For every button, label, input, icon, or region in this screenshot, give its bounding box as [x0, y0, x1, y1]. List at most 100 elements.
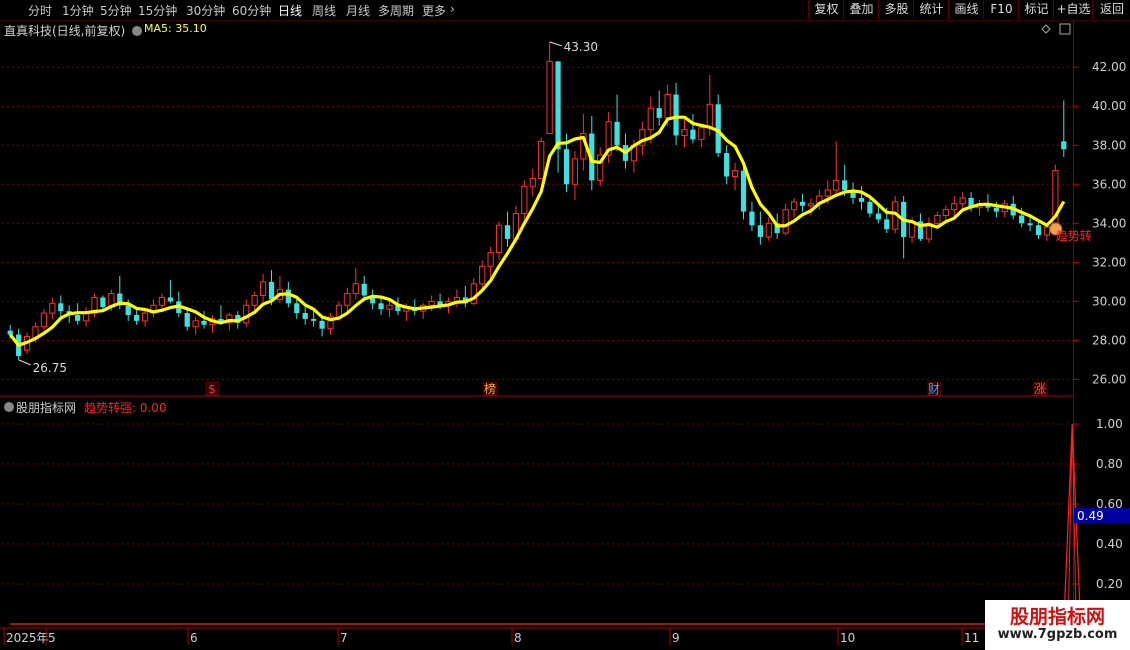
candle-body: [7, 330, 13, 335]
candle-body: [268, 281, 275, 300]
candle-body: [563, 149, 570, 185]
candle-body: [521, 185, 528, 215]
candle-body: [134, 315, 140, 321]
y-tick-label: 36.00: [1092, 177, 1126, 191]
y-tick-label: 30.00: [1092, 294, 1126, 308]
y-tick-label: 26.00: [1092, 372, 1126, 386]
y-tick-label: 32.00: [1092, 255, 1126, 269]
indicator-spike: [1067, 423, 1077, 625]
candle-body: [386, 304, 393, 310]
candle-body: [951, 203, 958, 211]
candle-body: [1035, 225, 1042, 236]
candle-body: [1027, 223, 1033, 226]
candle-body: [344, 293, 351, 306]
candle-body: [259, 281, 267, 296]
sub-y-tick-label: 0.20: [1096, 577, 1123, 591]
candle-body: [495, 224, 503, 254]
sub-y-tick-label: 0.80: [1096, 457, 1123, 471]
candle-body: [294, 303, 300, 314]
candle-body: [49, 302, 56, 314]
candle-body: [555, 61, 561, 150]
y-tick-label: 40.00: [1092, 99, 1126, 113]
sub-y-tick-label: 0.40: [1096, 537, 1123, 551]
x-tick-label: 7: [340, 631, 348, 645]
candle-body: [884, 219, 890, 230]
y-tick-label: 42.00: [1092, 60, 1126, 74]
candle-body: [749, 211, 755, 226]
candle-body: [867, 201, 873, 214]
y-tick-label: 34.00: [1092, 216, 1126, 230]
candle-body: [731, 170, 739, 177]
watermark: 股朋指标网 www.7gpzb.com: [985, 600, 1130, 650]
candlestick-chart[interactable]: 26.00 28.00 30.00 32.00 34.00 36.00 38.00 40.00…: [0, 0, 1130, 650]
candle-body: [479, 265, 486, 285]
candle-body: [790, 201, 798, 211]
candle-body: [141, 312, 149, 322]
candle-body: [361, 283, 367, 296]
candle-body: [378, 303, 384, 310]
low-label: 26.75: [33, 361, 67, 375]
candle-body: [673, 94, 679, 136]
candle-body: [352, 283, 359, 295]
candle-body: [243, 304, 250, 324]
candle-body: [690, 129, 696, 140]
candle-body: [302, 313, 308, 319]
x-tick-label: 2025年: [6, 631, 49, 645]
candle-body: [647, 107, 654, 131]
candle-body: [959, 197, 966, 205]
candle-body: [934, 215, 941, 224]
low-pointer: [18, 359, 31, 366]
candle-body: [538, 140, 545, 179]
marker-text: 财: [928, 382, 940, 396]
candle-body: [428, 300, 435, 306]
candle-body: [100, 297, 106, 308]
candle-body: [251, 294, 258, 306]
candle-body: [285, 289, 291, 304]
marker-text: 涨: [1034, 381, 1046, 396]
candle-body: [858, 197, 865, 202]
candle-body: [311, 318, 317, 321]
watermark-title: 股朋指标网: [1009, 606, 1105, 628]
diamond-icon: [1041, 24, 1051, 34]
candle-body: [125, 305, 131, 316]
candle-body: [1043, 226, 1051, 236]
candle-body: [765, 222, 772, 238]
candle-body: [993, 207, 999, 212]
candle-body: [664, 94, 671, 119]
x-tick-label: 11: [964, 631, 979, 645]
candle-body: [504, 225, 511, 239]
candle-body: [167, 297, 173, 302]
x-tick-label: 5: [48, 631, 56, 645]
candle-body: [184, 313, 190, 327]
sub-y-tick-label: 1.00: [1096, 417, 1123, 431]
candle-body: [192, 320, 199, 328]
candle-body: [875, 213, 881, 220]
candle-body: [807, 203, 815, 207]
x-tick-label: 9: [672, 631, 680, 645]
candle-body: [782, 209, 789, 234]
candle-body: [942, 209, 949, 217]
high-label: 43.30: [564, 40, 598, 54]
candle-body: [724, 153, 730, 177]
x-tick-label: 10: [840, 631, 855, 645]
marker-text: 榜: [484, 381, 496, 396]
indicator-line: [10, 423, 1082, 625]
candle-body: [75, 315, 81, 321]
watermark-url: www.7gpzb.com: [997, 627, 1118, 642]
high-pointer: [549, 41, 562, 47]
candle-body: [40, 312, 48, 328]
candle-body: [842, 180, 848, 191]
candle-body: [571, 158, 579, 185]
candle-body: [833, 179, 840, 191]
candle-body: [757, 225, 763, 237]
candle-body: [799, 201, 806, 206]
candle-body: [319, 320, 325, 329]
candle-body: [1019, 215, 1025, 224]
candle-body: [158, 296, 166, 306]
x-tick-label: 6: [190, 631, 198, 645]
window-icon: [1059, 23, 1071, 35]
candle-body: [681, 129, 688, 137]
candle-body: [1061, 141, 1067, 150]
candle-body: [58, 303, 64, 312]
cursor-value: 0.49: [1077, 509, 1104, 523]
